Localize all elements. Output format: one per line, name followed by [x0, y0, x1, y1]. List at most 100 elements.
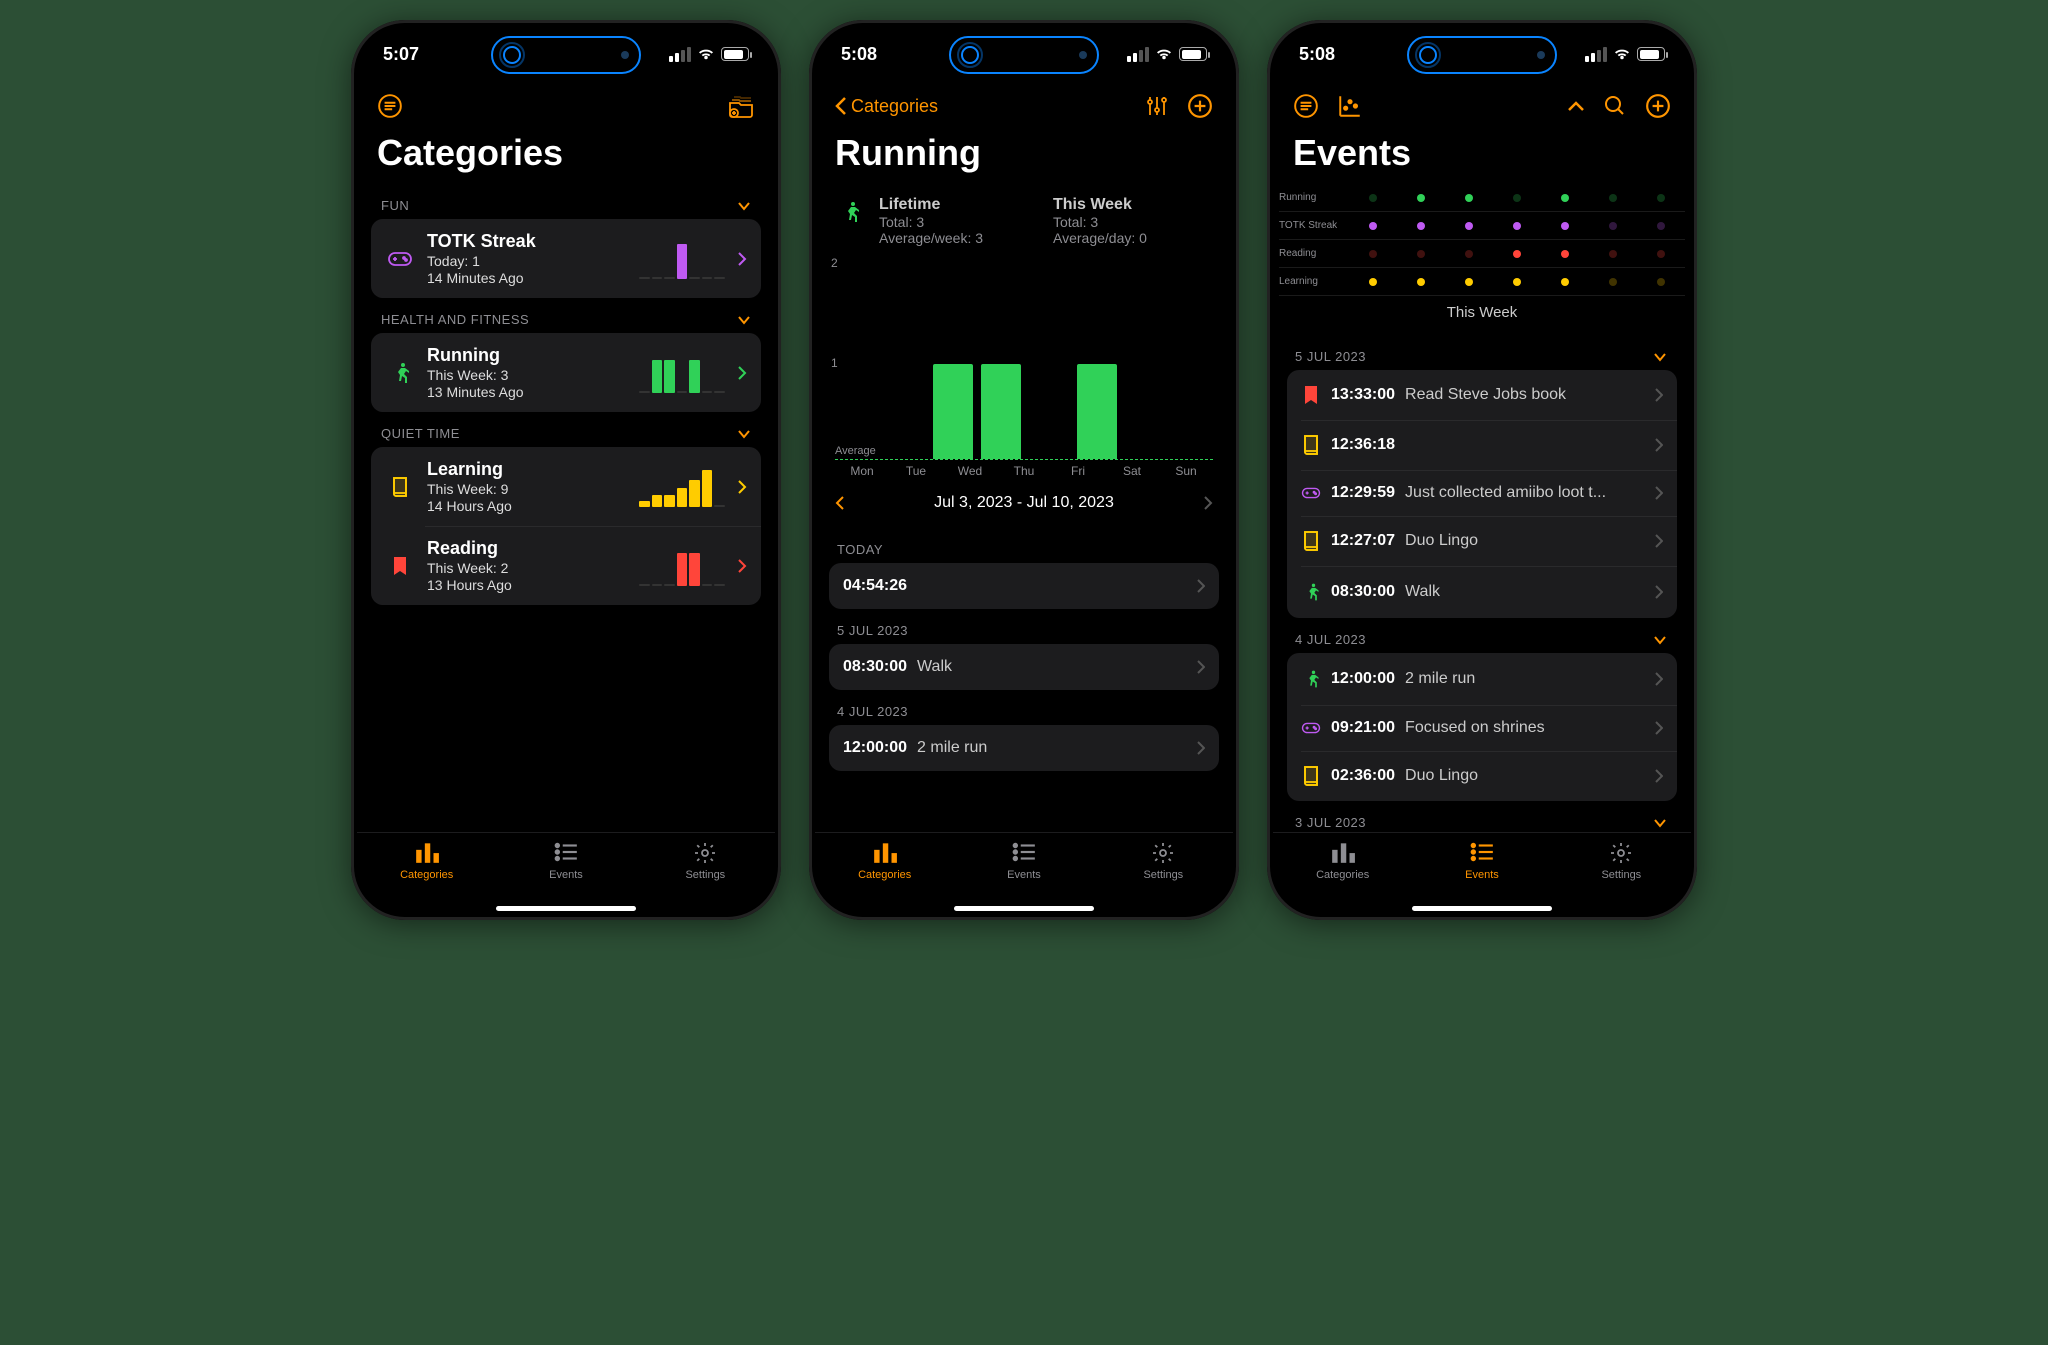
chevron-right-icon — [1655, 534, 1663, 548]
event-time: 02:36:00 — [1331, 767, 1395, 785]
sparkline — [639, 467, 725, 507]
event-desc: Read Steve Jobs book — [1405, 386, 1645, 404]
event-time: 12:36:18 — [1331, 436, 1395, 454]
category-row[interactable]: Running This Week: 3 13 Minutes Ago — [371, 333, 761, 412]
event-desc: Walk — [917, 658, 1187, 676]
bar-chart: 2 1 Average — [835, 260, 1213, 460]
page-title: Categories — [377, 132, 755, 174]
tab-settings[interactable]: Settings — [1094, 841, 1233, 881]
tab-settings[interactable]: Settings — [1552, 841, 1691, 881]
menu-icon[interactable] — [1293, 93, 1319, 119]
equalizer-icon[interactable] — [1145, 94, 1169, 118]
status-time: 5:08 — [841, 44, 877, 65]
add-folder-icon[interactable] — [727, 94, 755, 118]
gear-icon — [1151, 841, 1175, 867]
date-section-header[interactable]: 5 JUL 2023 — [1287, 335, 1677, 370]
next-week-button[interactable] — [1203, 495, 1213, 511]
date-section-header[interactable]: 4 JUL 2023 — [1287, 618, 1677, 653]
tab-events[interactable]: Events — [954, 841, 1093, 881]
page-title: Events — [1293, 132, 1671, 174]
tab-bar: Categories Events Settings — [357, 832, 775, 914]
event-row[interactable]: 08:30:00Walk — [829, 644, 1219, 690]
dynamic-island — [1407, 36, 1557, 74]
add-icon[interactable] — [1187, 93, 1213, 119]
back-button[interactable]: Categories — [835, 96, 938, 117]
sparkline — [639, 353, 725, 393]
event-row[interactable]: 12:00:00 2 mile run — [829, 725, 1219, 771]
chevron-down-icon — [1653, 635, 1667, 645]
bookmark-icon — [385, 555, 415, 577]
nav-row: Categories — [815, 82, 1233, 130]
tab-categories[interactable]: Categories — [357, 841, 496, 881]
date-navigator: Jul 3, 2023 - Jul 10, 2023 — [815, 478, 1233, 528]
dotchart-row: Running — [1279, 184, 1685, 212]
category-row[interactable]: TOTK Streak Today: 1 14 Minutes Ago — [371, 219, 761, 298]
event-card: 12:00:002 mile run09:21:00Focused on shr… — [1287, 653, 1677, 801]
runner-icon — [1301, 667, 1321, 691]
event-desc: Just collected amiibo loot t... — [1405, 484, 1645, 502]
category-timestamp: 13 Hours Ago — [427, 577, 627, 593]
chevron-right-icon — [1197, 579, 1205, 593]
event-row[interactable]: 12:27:07Duo Lingo — [1287, 516, 1677, 566]
chevron-right-icon — [1197, 741, 1205, 755]
tab-categories[interactable]: Categories — [1273, 841, 1412, 881]
chevron-down-icon — [737, 201, 751, 211]
chevron-right-icon — [1655, 672, 1663, 686]
chevron-down-icon — [737, 429, 751, 439]
event-card: 04:54:26 — [829, 563, 1219, 609]
event-time: 12:00:00 — [843, 739, 907, 757]
tab-categories[interactable]: Categories — [815, 841, 954, 881]
home-indicator[interactable] — [954, 906, 1094, 911]
chevron-right-icon — [1655, 585, 1663, 599]
category-row[interactable]: Learning This Week: 9 14 Hours Ago — [371, 447, 761, 526]
category-subtitle: This Week: 3 — [427, 367, 627, 383]
prev-week-button[interactable] — [835, 495, 845, 511]
phone-categories: 5:07 Categories FUN TOTK Streak Today: 1 — [351, 20, 781, 920]
scatter-chart-icon[interactable] — [1337, 93, 1363, 119]
tab-events[interactable]: Events — [1412, 841, 1551, 881]
category-card: Learning This Week: 9 14 Hours Ago Readi… — [371, 447, 761, 605]
chevron-down-icon — [1653, 352, 1667, 362]
event-row[interactable]: 04:54:26 — [829, 563, 1219, 609]
event-row[interactable]: 09:21:00Focused on shrines — [1287, 705, 1677, 751]
menu-icon[interactable] — [377, 93, 403, 119]
category-timestamp: 14 Minutes Ago — [427, 270, 627, 286]
event-desc: 2 mile run — [917, 739, 1187, 757]
event-row[interactable]: 02:36:00 Duo Lingo — [1287, 751, 1677, 801]
event-row[interactable]: 12:36:18 — [1287, 420, 1677, 470]
home-indicator[interactable] — [496, 906, 636, 911]
event-desc: Duo Lingo — [1405, 767, 1645, 785]
event-desc: Duo Lingo — [1405, 532, 1645, 550]
category-subtitle: This Week: 9 — [427, 481, 627, 497]
tab-bar: Categories Events Settings — [815, 832, 1233, 914]
event-desc: Walk — [1405, 583, 1645, 601]
tab-events[interactable]: Events — [496, 841, 635, 881]
date-section-header[interactable]: 3 JUL 2023 — [1287, 801, 1677, 832]
status-time: 5:08 — [1299, 44, 1335, 65]
tab-settings[interactable]: Settings — [636, 841, 775, 881]
event-card: 12:00:00 2 mile run — [829, 725, 1219, 771]
list-icon — [1469, 841, 1495, 867]
chevron-up-icon[interactable] — [1567, 100, 1585, 112]
event-row[interactable]: 12:29:59 Just collected amiibo loot t... — [1287, 470, 1677, 516]
event-row[interactable]: 12:00:002 mile run — [1287, 653, 1677, 705]
signal-icon — [1585, 47, 1607, 62]
add-icon[interactable] — [1645, 93, 1671, 119]
event-desc: Focused on shrines — [1405, 719, 1645, 737]
home-indicator[interactable] — [1412, 906, 1552, 911]
list-icon — [1011, 841, 1037, 867]
category-row[interactable]: Reading This Week: 2 13 Hours Ago — [371, 526, 761, 605]
section-header[interactable]: FUN — [371, 184, 761, 219]
date-section-header: 4 JUL 2023 — [829, 690, 1219, 725]
date-section-header: 5 JUL 2023 — [829, 609, 1219, 644]
event-row[interactable]: 08:30:00Walk — [1287, 566, 1677, 618]
event-row[interactable]: 13:33:00Read Steve Jobs book — [1287, 370, 1677, 420]
event-time: 12:29:59 — [1331, 484, 1395, 502]
section-header[interactable]: HEALTH AND FITNESS — [371, 298, 761, 333]
controller-icon — [385, 250, 415, 268]
search-icon[interactable] — [1603, 94, 1627, 118]
book-icon — [1301, 434, 1321, 456]
section-header[interactable]: QUIET TIME — [371, 412, 761, 447]
wifi-icon — [697, 47, 715, 61]
tab-bar: Categories Events Settings — [1273, 832, 1691, 914]
